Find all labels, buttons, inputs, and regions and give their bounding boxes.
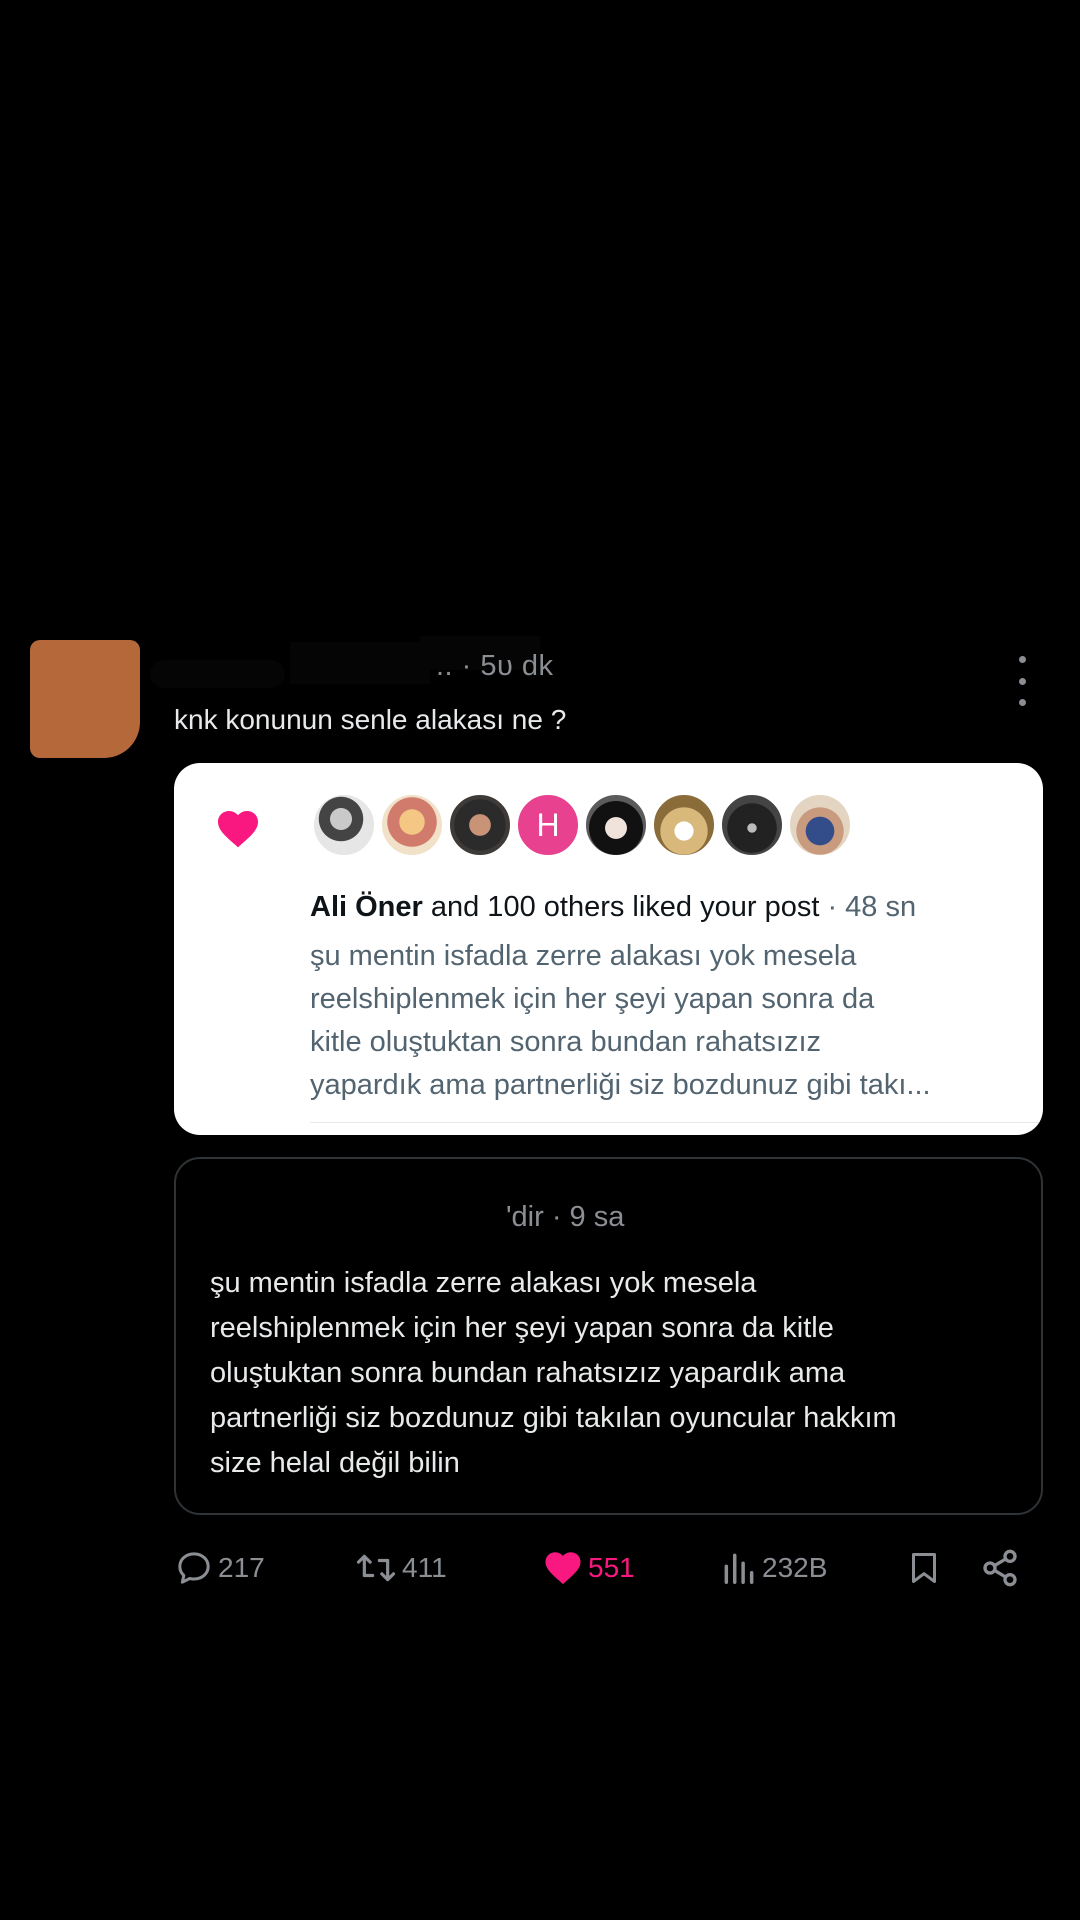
avatar[interactable] bbox=[312, 793, 376, 857]
avatar[interactable] bbox=[720, 793, 784, 857]
notification-body-line: şu mentin isfadla zerre alakası yok mese… bbox=[310, 940, 857, 972]
avatar-letter: H bbox=[536, 806, 560, 843]
views-count: 232B bbox=[762, 1552, 828, 1583]
quote-body-line: partnerliği siz bozdunuz gibi takılan oy… bbox=[210, 1402, 897, 1434]
quote-body-line: size helal değil bilin bbox=[210, 1447, 460, 1479]
quoted-tweet[interactable]: 'dir · 9 sa şu mentin isfadla zerre alak… bbox=[174, 1157, 1043, 1515]
liker-avatars: H bbox=[312, 793, 852, 857]
bookmark-icon bbox=[912, 1553, 936, 1583]
like-button[interactable]: 551 bbox=[542, 1540, 635, 1596]
repost-button[interactable]: 411 bbox=[354, 1540, 447, 1596]
avatar[interactable]: H bbox=[516, 793, 580, 857]
notification-body-line: reelshiplenmek için her şeyi yapan sonra… bbox=[310, 983, 875, 1015]
more-options-icon[interactable] bbox=[1008, 656, 1036, 706]
quote-body-line: oluştuktan sonra bundan rahatsızız yapar… bbox=[210, 1357, 846, 1389]
liked-text: and 100 others liked your post bbox=[422, 891, 820, 923]
avatar[interactable] bbox=[652, 793, 716, 857]
reply-button[interactable]: 217 bbox=[174, 1540, 265, 1596]
quote-meta: 'dir · 9 sa bbox=[506, 1201, 625, 1233]
redacted-handle bbox=[290, 642, 430, 684]
repost-count: 411 bbox=[402, 1552, 447, 1583]
action-bar: 217 411 551 232B bbox=[0, 1540, 1080, 1596]
notification-image[interactable]: H Ali Öner and 100 others liked your pos… bbox=[174, 763, 1043, 1135]
quote-body-line: reelshiplenmek için her şeyi yapan sonra… bbox=[210, 1312, 834, 1344]
heart-icon bbox=[545, 1552, 581, 1585]
share-button[interactable] bbox=[980, 1540, 1020, 1596]
like-count: 551 bbox=[588, 1552, 635, 1583]
heart-icon bbox=[218, 811, 258, 848]
views-button[interactable]: 232B bbox=[720, 1540, 827, 1596]
post-text: knk konunun senle alakası ne ? bbox=[174, 704, 567, 735]
avatar[interactable] bbox=[380, 793, 444, 857]
analytics-icon bbox=[724, 1553, 754, 1584]
notification-body-line: kitle oluştuktan sonra bundan rahatsızız bbox=[310, 1026, 822, 1058]
notification-title: Ali Öner and 100 others liked your post … bbox=[310, 891, 916, 924]
quote-body: şu mentin isfadla zerre alakası yok mese… bbox=[210, 1261, 1010, 1486]
bookmark-button[interactable] bbox=[906, 1540, 942, 1596]
reply-count: 217 bbox=[218, 1552, 265, 1583]
avatar[interactable] bbox=[584, 793, 648, 857]
repost-icon bbox=[356, 1554, 396, 1582]
redacted-name bbox=[150, 660, 285, 688]
post-timestamp: .. · 5υ dk bbox=[436, 650, 554, 682]
avatar[interactable] bbox=[30, 640, 140, 758]
notification-body-line: yapardık ama partnerliği siz bozdunuz gi… bbox=[310, 1069, 931, 1101]
notification-time: · 48 sn bbox=[819, 891, 917, 923]
reply-icon bbox=[178, 1552, 210, 1584]
liker-name[interactable]: Ali Öner bbox=[310, 891, 423, 923]
divider bbox=[310, 1122, 1043, 1123]
notification-body: şu mentin isfadla zerre alakası yok mese… bbox=[310, 935, 1030, 1107]
share-icon bbox=[983, 1549, 1017, 1587]
avatar[interactable] bbox=[788, 793, 852, 857]
avatar[interactable] bbox=[448, 793, 512, 857]
quote-body-line: şu mentin isfadla zerre alakası yok mese… bbox=[210, 1267, 757, 1299]
